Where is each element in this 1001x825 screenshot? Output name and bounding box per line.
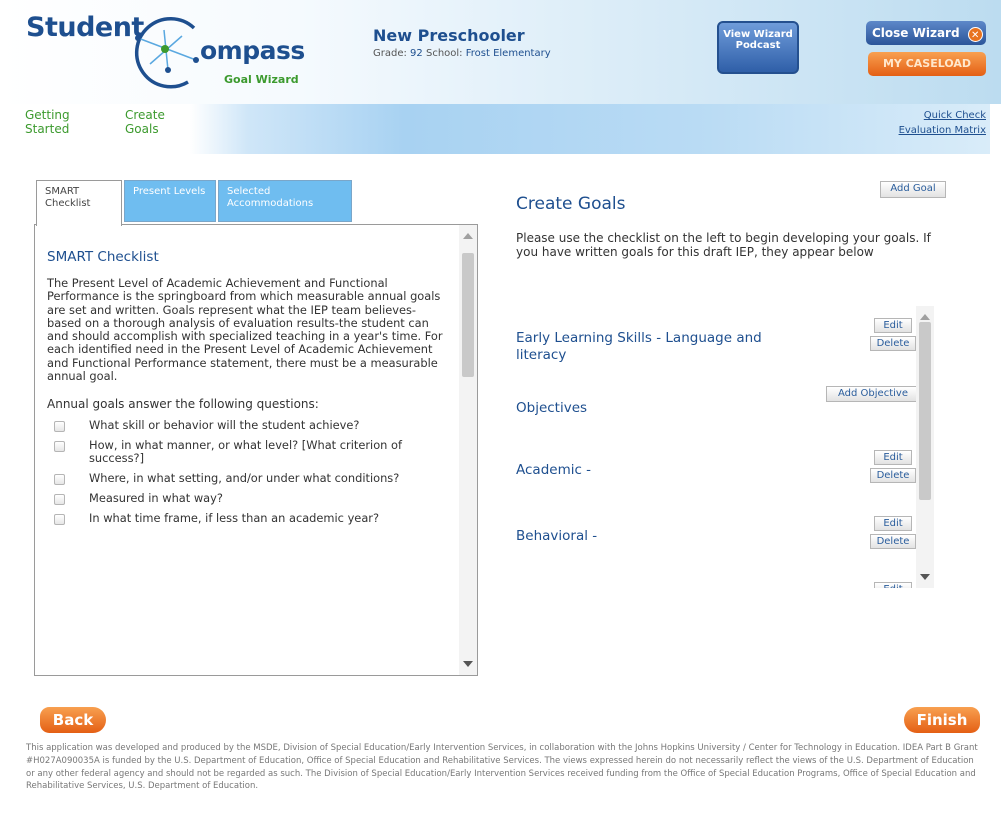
checkbox[interactable] <box>54 514 65 526</box>
questions-intro: Annual goals answer the following questi… <box>47 397 319 412</box>
checklist-item: Where, in what setting, and/or under wha… <box>47 471 445 486</box>
close-wizard-button[interactable]: Close Wizard ✕ <box>866 21 986 45</box>
tab-smart-checklist[interactable]: SMART Checklist <box>36 180 122 226</box>
finish-button[interactable]: Finish <box>904 707 980 733</box>
wizard-step-bar: Getting Started Create Goals Quick Check… <box>14 104 990 154</box>
checklist-item-label: How, in what manner, or what level? [Wha… <box>89 438 402 466</box>
checklist-item-label: What skill or behavior will the student … <box>89 418 360 433</box>
add-goal-button[interactable]: Add Goal <box>880 181 946 198</box>
edit-button[interactable]: Edit <box>874 318 912 333</box>
goals-list: Early Learning Skills - Language and lit… <box>508 306 938 588</box>
checklist-content: SMART Checklist The Present Level of Aca… <box>47 249 445 532</box>
tab-selected-accommodations[interactable]: Selected Accommodations <box>218 180 352 222</box>
scrollbar-thumb[interactable] <box>462 253 474 377</box>
checklist-title: SMART Checklist <box>47 249 159 265</box>
close-wizard-label: Close Wizard <box>872 26 960 40</box>
delete-button[interactable]: Delete <box>870 468 916 483</box>
checkbox[interactable] <box>54 441 65 453</box>
evaluation-matrix-link[interactable]: Evaluation Matrix <box>899 125 986 136</box>
objectives-title: Objectives <box>516 400 588 416</box>
scrollbar-thumb[interactable] <box>919 322 931 500</box>
delete-button[interactable]: Delete <box>870 336 916 351</box>
grade-value: 92 <box>410 48 423 59</box>
footer-disclaimer: This application was developed and produ… <box>26 743 978 792</box>
checklist-item-label: In what time frame, if less than an acad… <box>89 511 380 526</box>
scroll-down-arrow-icon[interactable] <box>463 661 473 667</box>
school-label: School: <box>425 48 463 59</box>
checkbox[interactable] <box>54 421 65 433</box>
checklist-item: What skill or behavior will the student … <box>47 418 445 433</box>
checklist-body: The Present Level of Academic Achievemen… <box>47 276 443 384</box>
checklist-item-label: Where, in what setting, and/or under wha… <box>89 471 400 486</box>
view-wizard-podcast-button[interactable]: View Wizard Podcast <box>717 21 799 74</box>
create-goals-title: Create Goals <box>516 194 626 214</box>
tab-present-levels[interactable]: Present Levels <box>124 180 216 222</box>
scroll-down-arrow-icon[interactable] <box>920 574 930 580</box>
my-caseload-button[interactable]: MY CASELOAD <box>868 52 986 76</box>
create-goals-intro: Please use the checklist on the left to … <box>516 231 931 259</box>
edit-button[interactable]: Edit <box>874 450 912 465</box>
school-value: Frost Elementary <box>465 48 551 59</box>
checkbox[interactable] <box>54 474 65 486</box>
step-getting-started[interactable]: Getting Started <box>25 108 95 136</box>
scroll-up-arrow-icon[interactable] <box>463 233 473 239</box>
checklist-scrollbar[interactable] <box>459 225 477 675</box>
checklist-item: Measured in what way? <box>47 491 445 506</box>
edit-button[interactable]: Edit <box>874 582 912 588</box>
student-name: New Preschooler <box>373 26 525 45</box>
smart-checklist-panel: SMART Checklist The Present Level of Aca… <box>34 224 478 676</box>
close-icon: ✕ <box>967 27 983 42</box>
checklist-item: How, in what manner, or what level? [Wha… <box>47 439 445 465</box>
checklist-item: In what time frame, if less than an acad… <box>47 511 445 526</box>
checkbox[interactable] <box>54 494 65 506</box>
student-info: Grade: 92 School: Frost Elementary <box>373 48 551 59</box>
app-header: Student ompass Goal Wizard New Preschool… <box>0 0 1001 104</box>
logo-subtitle: Goal Wizard <box>224 73 299 86</box>
grade-label: Grade: <box>373 48 407 59</box>
back-button[interactable]: Back <box>40 707 106 733</box>
step-create-goals[interactable]: Create Goals <box>125 108 181 136</box>
main-content: SMART Checklist Present Levels Selected … <box>14 154 990 684</box>
goal-title: Academic - <box>516 462 592 478</box>
edit-button[interactable]: Edit <box>874 516 912 531</box>
checklist-item-label: Measured in what way? <box>89 491 223 506</box>
goal-title: Behavioral - <box>516 528 598 544</box>
goal-title: Early Learning Skills - Language and lit… <box>516 330 762 363</box>
compass-logo-icon <box>134 17 199 89</box>
quick-check-link[interactable]: Quick Check <box>924 110 986 121</box>
logo-text-ompass: ompass <box>200 36 305 65</box>
scroll-up-arrow-icon[interactable] <box>920 314 930 320</box>
goals-scrollbar[interactable] <box>916 306 934 588</box>
delete-button[interactable]: Delete <box>870 534 916 549</box>
add-objective-button[interactable]: Add Objective <box>826 386 920 402</box>
